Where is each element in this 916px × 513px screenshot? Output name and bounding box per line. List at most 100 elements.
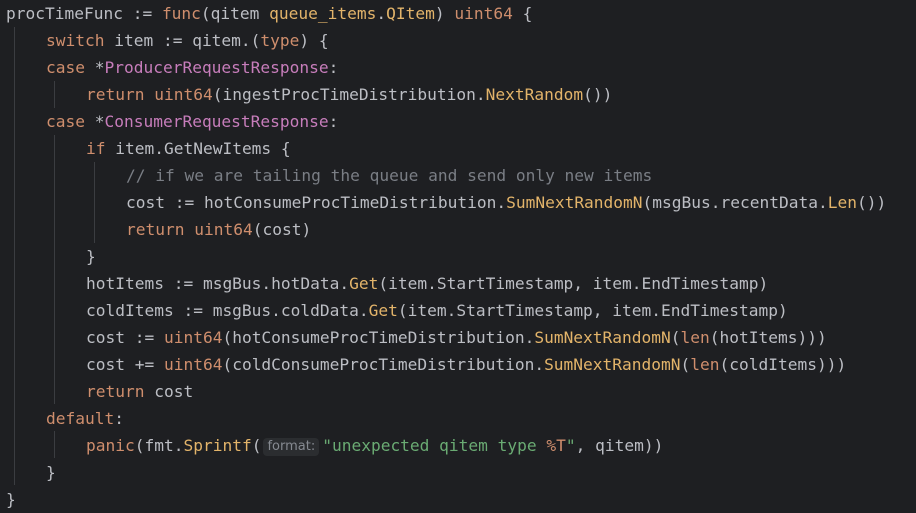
code-token: uint64	[163, 355, 223, 374]
code-token: }	[6, 490, 16, 509]
indent-guide	[54, 431, 55, 458]
code-line[interactable]: }	[46, 459, 56, 486]
code-line[interactable]: return uint64(ingestProcTimeDistribution…	[86, 81, 612, 108]
code-token: *	[84, 58, 105, 77]
code-token: "	[565, 436, 576, 455]
code-token: (ingestProcTimeDistribution.	[212, 85, 486, 104]
code-token: SumNextRandomN	[544, 355, 681, 374]
code-token: , qitem))	[575, 436, 664, 455]
code-token: (hotConsumeProcTimeDistribution.	[222, 328, 535, 347]
code-token: ())	[583, 85, 613, 104]
code-token: Sprintf	[183, 436, 252, 455]
code-line[interactable]: coldItems := msgBus.coldData.Get(item.St…	[86, 297, 788, 324]
code-token: (	[680, 355, 691, 374]
code-token: :	[328, 58, 339, 77]
code-token: (coldConsumeProcTimeDistribution.	[222, 355, 545, 374]
code-token: (coldItems)))	[719, 355, 847, 374]
code-token: Get	[368, 301, 398, 320]
code-token: cost	[144, 382, 194, 401]
code-line[interactable]: default:	[46, 405, 124, 432]
code-token: :	[328, 112, 339, 131]
code-line[interactable]: }	[86, 243, 96, 270]
code-line[interactable]: case *ConsumerRequestResponse:	[46, 108, 338, 135]
code-token: ProducerRequestResponse	[104, 58, 329, 77]
code-token: case	[46, 112, 85, 131]
indent-guide	[94, 162, 95, 243]
code-token: if	[86, 139, 106, 158]
code-token: return	[86, 85, 145, 104]
code-token: qitem	[210, 4, 270, 23]
code-line[interactable]: cost += uint64(coldConsumeProcTimeDistri…	[86, 351, 846, 378]
code-token: QItem	[386, 4, 435, 23]
code-token: "unexpected qitem type	[322, 436, 547, 455]
code-token: (hotItems)))	[709, 328, 827, 347]
code-token: %T	[546, 436, 566, 455]
code-line[interactable]: return cost	[86, 378, 193, 405]
code-token: len	[690, 355, 720, 374]
code-token: )	[434, 4, 455, 23]
code-token: (msgBus.recentData.	[642, 193, 828, 212]
code-token: hotItems := msgBus.hotData.	[86, 274, 350, 293]
code-token: func	[161, 4, 201, 23]
code-token: procTimeFunc :=	[6, 4, 162, 23]
code-token: item := qitem.(	[104, 31, 261, 50]
code-token: Get	[349, 274, 379, 293]
code-token: uint64	[163, 328, 223, 347]
code-token: cost :=	[86, 328, 164, 347]
code-token: .	[376, 4, 387, 23]
code-token: }	[86, 247, 96, 266]
code-token: ) {	[299, 31, 329, 50]
code-token: SumNextRandomN	[534, 328, 671, 347]
indent-guide	[54, 135, 55, 404]
code-line[interactable]: panic(fmt.Sprintf(format: "unexpected qit…	[86, 432, 663, 459]
code-token: coldItems := msgBus.coldData.	[86, 301, 369, 320]
code-line[interactable]: }	[6, 486, 16, 513]
code-token: len	[680, 328, 710, 347]
indent-guide	[54, 81, 55, 108]
code-token: ())	[856, 193, 887, 212]
code-line[interactable]: case *ProducerRequestResponse:	[46, 54, 338, 81]
code-token: NextRandom	[485, 85, 584, 104]
code-token: :	[114, 409, 124, 428]
code-token: item.GetNewItems {	[105, 139, 291, 158]
code-token: (	[251, 436, 262, 455]
code-token: uint64	[154, 85, 213, 104]
code-line[interactable]: // if we are tailing the queue and send …	[126, 162, 652, 189]
code-token: cost +=	[86, 355, 164, 374]
code-token: switch	[46, 31, 105, 50]
code-editor[interactable]: procTimeFunc := func(qitem queue_items.Q…	[0, 0, 916, 512]
code-line[interactable]: hotItems := msgBus.hotData.Get(item.Star…	[86, 270, 768, 297]
code-token: (item.StartTimestamp, item.EndTimestamp)	[378, 274, 769, 293]
code-token: (item.StartTimestamp, item.EndTimestamp)	[397, 301, 788, 320]
code-line[interactable]: cost := uint64(hotConsumeProcTimeDistrib…	[86, 324, 827, 351]
code-token: SumNextRandomN	[506, 193, 643, 212]
code-line[interactable]: return uint64(cost)	[126, 216, 311, 243]
code-token: (	[200, 4, 211, 23]
code-token: type	[260, 31, 300, 50]
code-token: panic	[86, 436, 135, 455]
code-line[interactable]: procTimeFunc := func(qitem queue_items.Q…	[6, 0, 532, 27]
code-token: return	[126, 220, 185, 239]
code-token: case	[46, 58, 85, 77]
code-token: {	[512, 4, 533, 23]
code-line[interactable]: switch item := qitem.(type) {	[46, 27, 329, 54]
code-token: queue_items	[269, 4, 377, 23]
code-token: (	[670, 328, 681, 347]
code-token: uint64	[194, 220, 253, 239]
code-line[interactable]: cost := hotConsumeProcTimeDistribution.S…	[126, 189, 886, 216]
code-token: return	[86, 382, 145, 401]
code-token: cost := hotConsumeProcTimeDistribution.	[126, 193, 507, 212]
code-token: default	[46, 409, 115, 428]
code-token: // if we are tailing the queue and send …	[126, 166, 653, 185]
code-token: ConsumerRequestResponse	[104, 112, 329, 131]
code-token: *	[84, 112, 105, 131]
code-token: Len	[827, 193, 857, 212]
parameter-hint: format:	[263, 438, 320, 456]
code-token: (fmt.	[134, 436, 184, 455]
code-token: uint64	[454, 4, 513, 23]
indent-guide	[14, 27, 15, 485]
code-line[interactable]: if item.GetNewItems {	[86, 135, 291, 162]
code-token: (cost)	[252, 220, 312, 239]
